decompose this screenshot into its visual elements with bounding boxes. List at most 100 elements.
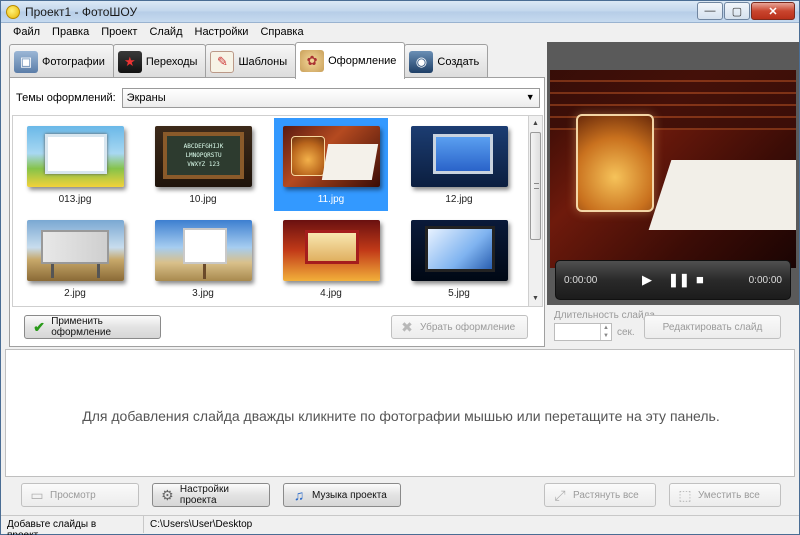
thumbnail-item[interactable]: ABCDEFGHIJK LMNOPQRSTU VWXYZ 123 10.jpg — [146, 118, 260, 211]
preview-paper — [648, 160, 796, 230]
fit-all-label: Уместить все — [698, 489, 760, 501]
thumbnail-name: 4.jpg — [320, 288, 342, 299]
thumbnail-name: 12.jpg — [445, 194, 473, 205]
pause-icon[interactable]: ❚❚ — [668, 272, 690, 288]
tab-templates-label: Шаблоны — [238, 55, 288, 68]
close-button[interactable]: ✕ — [751, 2, 795, 20]
menu-file[interactable]: Файл — [7, 23, 46, 42]
thumbnail-image — [27, 126, 124, 187]
tab-create-label: Создать — [437, 55, 480, 68]
thumbnail-grid: 013.jpg ABCDEFGHIJK LMNOPQRSTU VWXYZ 123 1… — [12, 115, 528, 307]
thumbnail-image — [411, 126, 508, 187]
transitions-icon: ★ — [117, 50, 142, 73]
tab-templates[interactable]: ✎ Шаблоны — [205, 44, 297, 78]
menu-slide[interactable]: Слайд — [143, 23, 188, 42]
thumbnail-image: ABCDEFGHIJK LMNOPQRSTU VWXYZ 123 — [155, 126, 252, 187]
thumbnail-scrollbar[interactable]: ▲ ▼ — [528, 115, 543, 307]
thumbnail-image — [155, 220, 252, 281]
chevron-down-icon: ▼ — [525, 92, 535, 102]
preview-glass — [576, 114, 654, 212]
status-bar: Добавьте слайды в проект... C:\Users\Use… — [1, 515, 799, 535]
edit-slide-button[interactable]: Редактировать слайд — [644, 315, 781, 339]
thumbnail-item[interactable]: 3.jpg — [146, 212, 260, 305]
maximize-button[interactable]: ▢ — [724, 2, 750, 20]
thumbnail-image — [283, 220, 380, 281]
thumbnail-item[interactable]: 013.jpg — [18, 118, 132, 211]
menu-project[interactable]: Проект — [95, 23, 143, 42]
thumbnail-item[interactable]: 2.jpg — [18, 212, 132, 305]
project-music-button[interactable]: ♫ Музыка проекта — [283, 483, 401, 507]
app-window: Проект1 - ФотоШОУ — ▢ ✕ Файл Правка Прое… — [0, 0, 800, 535]
grip-icon — [534, 183, 539, 189]
thumbnail-name: 2.jpg — [64, 288, 86, 299]
slide-duration-unit: сек. — [617, 327, 635, 338]
photos-icon: ▣ — [14, 50, 38, 73]
thumbnail-item[interactable]: 4.jpg — [274, 212, 388, 305]
thumbnail-item[interactable]: 12.jpg — [402, 118, 516, 211]
project-settings-button[interactable]: ⚙ Настройки проекта — [152, 483, 270, 507]
thumbnail-item[interactable]: 5.jpg — [402, 212, 516, 305]
scroll-thumb[interactable] — [530, 132, 541, 240]
thumbnail-image — [283, 126, 380, 187]
menu-edit[interactable]: Правка — [46, 23, 95, 42]
menu-settings[interactable]: Настройки — [189, 23, 255, 42]
tab-design-label: Оформление — [328, 55, 397, 67]
tab-photos[interactable]: ▣ Фотографии — [9, 44, 114, 78]
theme-label: Темы оформлений: — [16, 92, 116, 104]
fit-icon: ⬚ — [678, 486, 692, 503]
thumbnail-name: 10.jpg — [189, 194, 217, 205]
preview-label: Просмотр — [50, 489, 96, 501]
thumbnail-image — [411, 220, 508, 281]
monitor-icon: ▭ — [30, 486, 44, 503]
remove-design-button[interactable]: ✖ Убрать оформление — [391, 315, 528, 339]
timeline-hint: Для добавления слайда дважды кликните по… — [82, 408, 720, 424]
camera-icon: ◉ — [409, 50, 434, 73]
status-path: C:\Users\User\Desktop — [150, 519, 253, 530]
minimize-button[interactable]: — — [697, 2, 723, 20]
play-icon[interactable]: ▶ — [642, 272, 652, 288]
project-settings-label: Настройки проекта — [179, 484, 229, 506]
preview-button[interactable]: ▭ Просмотр — [21, 483, 139, 507]
apply-design-button[interactable]: ✔ Применить оформление — [24, 315, 161, 339]
slide-preview — [550, 70, 796, 268]
media-player: 0:00:00 ▶ ❚❚ ■ 0:00:00 — [555, 260, 791, 300]
stop-icon[interactable]: ■ — [696, 272, 704, 287]
thumbnail-image — [27, 220, 124, 281]
design-panel: Темы оформлений: Экраны ▼ 013.jpg ABCDEF… — [9, 77, 545, 347]
time-current: 0:00:00 — [564, 275, 598, 286]
title-bar[interactable]: Проект1 - ФотоШОУ — ▢ ✕ — [1, 1, 799, 23]
thumbnail-item[interactable]: 11.jpg — [274, 118, 388, 211]
thumbnail-name: 5.jpg — [448, 288, 470, 299]
tab-transitions-label: Переходы — [145, 55, 198, 68]
checkmark-icon: ✔ — [33, 318, 45, 335]
tab-photos-label: Фотографии — [42, 55, 105, 68]
stretch-all-label: Растянуть все — [573, 489, 639, 501]
thumbnail-name: 3.jpg — [192, 288, 214, 299]
scroll-up-icon[interactable]: ▲ — [529, 116, 542, 131]
templates-icon: ✎ — [210, 50, 235, 73]
theme-select[interactable]: Экраны ▼ — [121, 88, 540, 108]
slide-duration-area: Длительность слайда ▲ ▼ сек. Редактироват… — [547, 306, 799, 348]
spinner-icon[interactable]: ▲ ▼ — [600, 324, 611, 340]
music-icon: ♫ — [293, 487, 305, 503]
window-controls: — ▢ ✕ — [696, 2, 795, 20]
editor-pane: ▣ Фотографии ★ Переходы ✎ Шаблоны ✿ Офор… — [9, 42, 545, 347]
tab-transitions[interactable]: ★ Переходы — [112, 44, 207, 78]
fit-all-button[interactable]: ⬚ Уместить все — [669, 483, 781, 507]
slide-timeline[interactable]: Для добавления слайда дважды кликните по… — [5, 349, 795, 477]
tab-design[interactable]: ✿ Оформление — [295, 42, 406, 79]
tab-create[interactable]: ◉ Создать — [404, 44, 489, 78]
edit-slide-label: Редактировать слайд — [662, 321, 763, 333]
remove-design-label: Убрать оформление — [420, 321, 516, 333]
thumbnail-name: 11.jpg — [317, 194, 345, 205]
stretch-all-button[interactable]: ⤢ Растянуть все — [544, 483, 656, 507]
menu-help[interactable]: Справка — [254, 23, 309, 42]
scroll-down-icon[interactable]: ▼ — [529, 291, 542, 306]
time-total: 0:00:00 — [748, 275, 782, 286]
theme-selected-value: Экраны — [126, 92, 166, 104]
status-message: Добавьте слайды в проект... — [1, 516, 144, 535]
palette-icon: ✿ — [300, 50, 325, 72]
slide-duration-input[interactable]: ▲ ▼ — [554, 323, 612, 341]
apply-design-label: Применить оформление — [51, 316, 112, 338]
menu-bar: Файл Правка Проект Слайд Настройки Справ… — [1, 23, 799, 42]
